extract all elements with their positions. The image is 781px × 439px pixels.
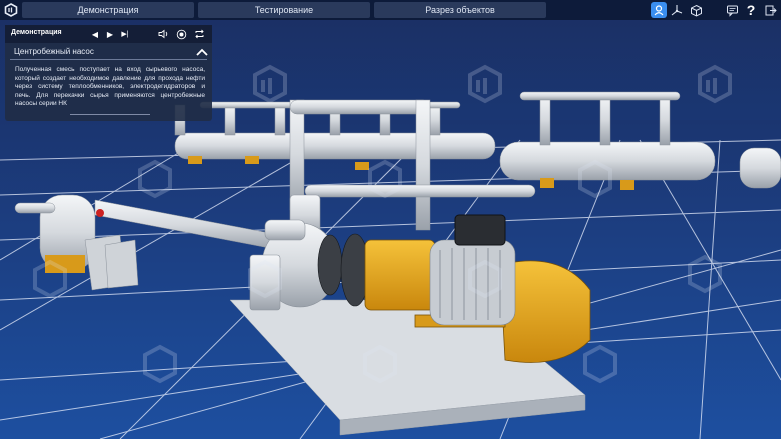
help-icon[interactable]: ? [743, 2, 759, 18]
section-title: Центробежный насос [14, 47, 94, 56]
top-bar: Демонстрация Тестирование Разрез объекто… [0, 0, 781, 20]
description-text: Полученная смесь поступает на вход сырье… [15, 66, 205, 107]
sound-icon[interactable] [157, 28, 169, 40]
axes-icon[interactable] [669, 2, 685, 18]
prev-step-button[interactable]: ◀ [89, 28, 101, 40]
play-button[interactable]: ▶ [104, 28, 116, 40]
operator-icon[interactable] [651, 2, 667, 18]
repeat-icon[interactable] [193, 28, 205, 40]
tab-object-section[interactable]: Разрез объектов [374, 2, 546, 18]
panel-title: Демонстрация [11, 29, 62, 36]
chat-icon[interactable] [724, 2, 740, 18]
exit-icon[interactable] [762, 2, 778, 18]
tab-demonstration[interactable]: Демонстрация [22, 2, 194, 18]
info-panel: Демонстрация ◀ ▶ ▶| Центробежный насос П… [5, 25, 212, 121]
next-step-button[interactable]: ▶| [119, 28, 131, 40]
chevron-up-icon[interactable] [195, 45, 209, 57]
record-icon[interactable] [175, 28, 187, 40]
scroll-track[interactable] [70, 114, 150, 115]
app-logo-icon[interactable] [3, 2, 19, 18]
panel-divider [10, 59, 207, 60]
cube-icon[interactable] [688, 2, 704, 18]
panel-header: Демонстрация ◀ ▶ ▶| [5, 25, 212, 43]
tab-testing[interactable]: Тестирование [198, 2, 370, 18]
